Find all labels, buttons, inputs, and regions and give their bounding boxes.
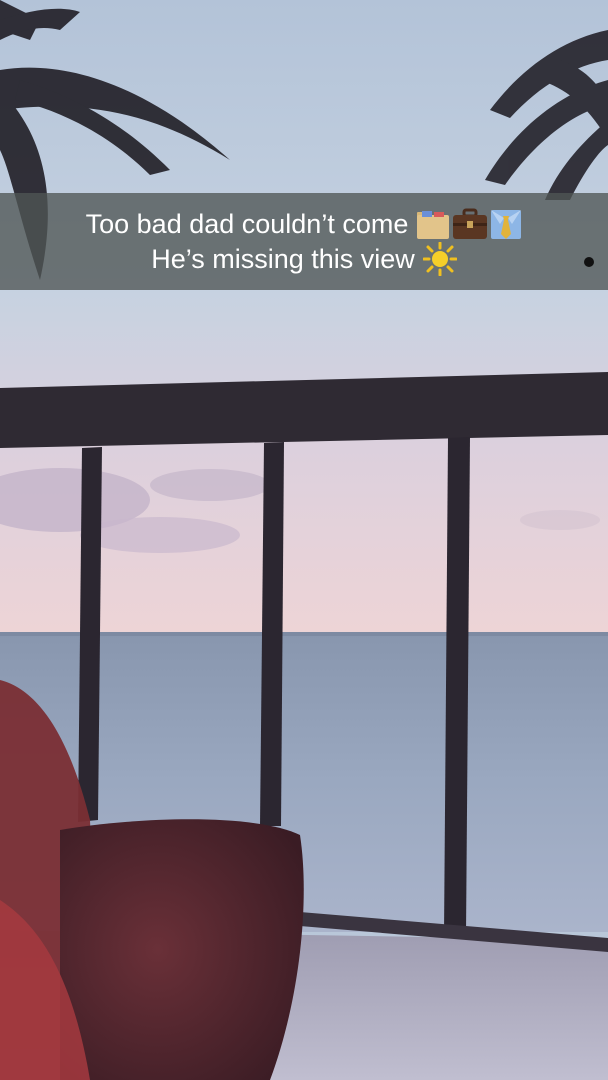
caption-text-2: He’s missing this view <box>151 243 415 274</box>
sun-icon <box>422 242 457 276</box>
caption-bar: Too bad dad couldn’t come He’s missing t… <box>0 193 608 290</box>
background-photo <box>0 0 608 1080</box>
necktie-shirt-icon <box>491 210 522 239</box>
caption-line-2: He’s missing this view <box>151 242 457 277</box>
snap-view[interactable]: Too bad dad couldn’t come He’s missing t… <box>0 0 608 1080</box>
caption-line-1: Too bad dad couldn’t come <box>86 207 523 242</box>
briefcase-icon <box>453 208 488 239</box>
file-folder-icon <box>417 211 450 239</box>
caption-text-1: Too bad dad couldn’t come <box>85 208 409 239</box>
status-dot <box>584 257 594 267</box>
